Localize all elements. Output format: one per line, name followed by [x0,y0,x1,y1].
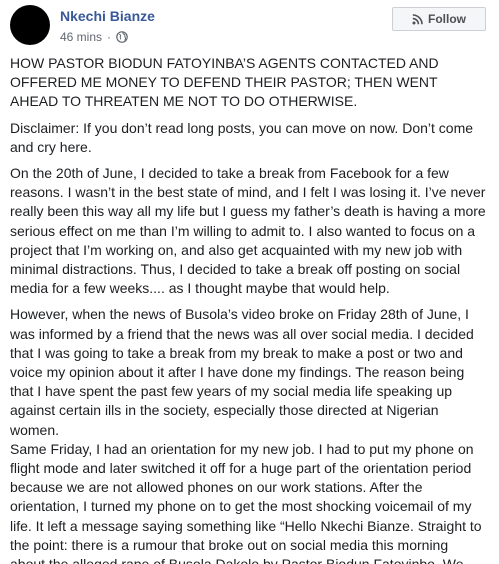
post-line: minimal distractions. Thus, I decided to… [10,261,461,278]
post-timestamp[interactable]: 46 mins [60,30,102,44]
meta-separator: · [107,30,112,44]
post-paragraph: HOW PASTOR BIODUN FATOYINBA’S AGENTS CON… [10,54,492,112]
post-line: women. [10,421,60,438]
post-meta: 46 mins · [60,30,128,44]
post-line: about the alleged rape of Busola Dakolo … [10,555,492,564]
follow-button[interactable]: Follow [392,7,486,31]
post-body: HOW PASTOR BIODUN FATOYINBA’S AGENTS CON… [10,54,492,564]
rss-icon [412,13,423,24]
post-line: Same Friday, I had an orientation for my… [10,440,474,457]
post-line: the point: there is a rumour that broke … [10,536,449,553]
globe-icon[interactable] [116,31,128,43]
post-line: flight mode and later switched it off fo… [10,460,472,477]
post-line: However, when the news of Busola’s video… [10,306,469,323]
post-line: that I have spent the past few years of … [10,383,453,400]
post-line: On the 20th of June, I decided to take a… [10,165,449,182]
post-header: Nkechi Bianze 46 mins · Follow [0,0,499,56]
post-line: AHEAD TO THREATEN ME NOT TO DO OTHERWISE… [10,93,358,110]
post-line: really been this way all my life but I g… [10,203,486,220]
post-line: life. It left a message saying something… [10,517,482,534]
post-paragraph: On the 20th of June, I decided to take a… [10,164,492,298]
post-line: project that I’m working on, and also ge… [10,241,463,258]
post-line: against certain ills in the society, esp… [10,402,439,419]
post-paragraph: However, when the news of Busola’s video… [10,305,492,564]
post-line: voice my opinion about it after I have d… [10,364,465,381]
post-paragraph: Disclaimer: If you don’t read long posts… [10,119,492,157]
author-name[interactable]: Nkechi Bianze [60,8,155,24]
facebook-post: Nkechi Bianze 46 mins · Follow HOW PASTO… [0,0,499,564]
post-line: Disclaimer: If you don’t read long posts… [10,119,474,136]
post-line: HOW PASTOR BIODUN FATOYINBA’S AGENTS CON… [10,55,439,71]
post-line: OFFERED ME MONEY TO DEFEND THEIR PASTOR;… [10,74,438,91]
post-line: and cry here. [10,138,92,155]
post-line: serious effect on me than I’m willing to… [10,222,476,239]
post-line: that I was going to take a break from my… [10,344,463,361]
post-line: was informed by a friend that the news w… [10,325,474,342]
post-line: because we are not allowed phones on our… [10,479,423,496]
post-line: orientation, I turned my phone on to get… [10,498,472,515]
post-line: media for a few weeks.... as I thought m… [10,280,390,297]
follow-label: Follow [428,12,466,26]
avatar[interactable] [10,5,50,45]
post-line: reasons. I wasn’t in the best state of m… [10,184,486,201]
